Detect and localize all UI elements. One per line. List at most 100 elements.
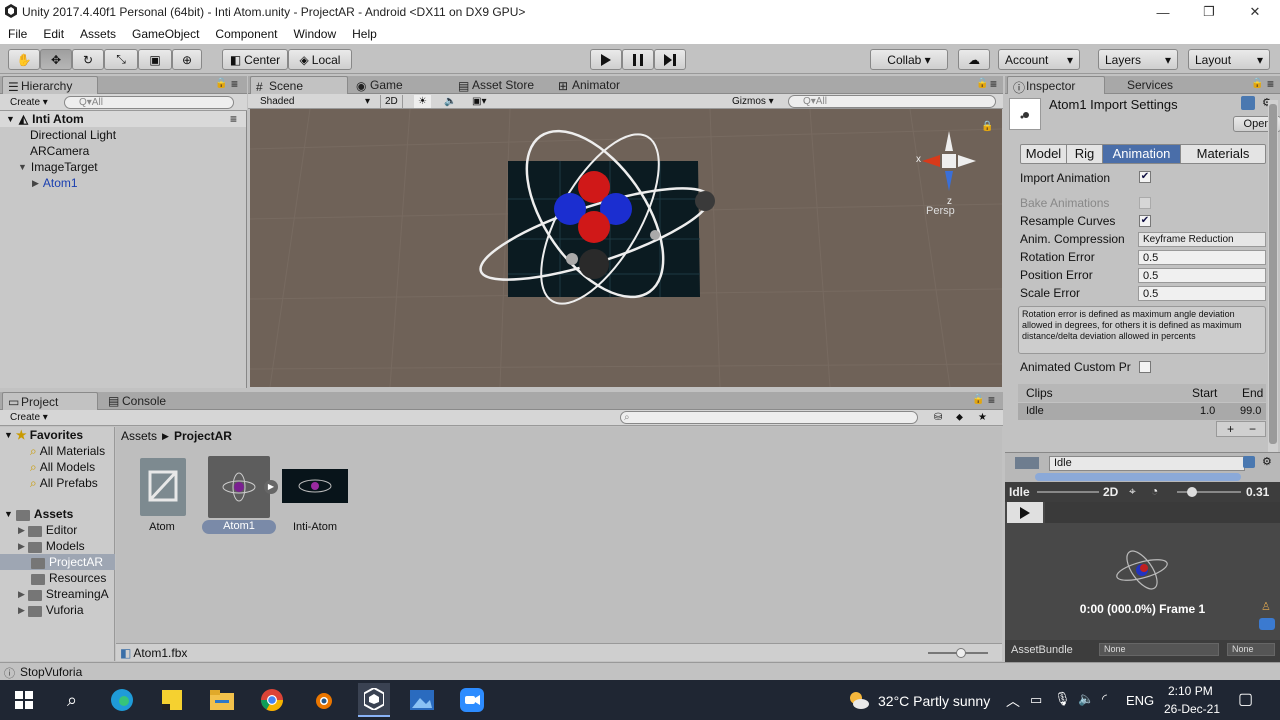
- scene-gizmo[interactable]: [922, 131, 976, 191]
- search-icon[interactable]: ⌕: [58, 686, 86, 714]
- menu-file[interactable]: File: [0, 27, 35, 41]
- pause-button[interactable]: [622, 49, 654, 70]
- audio-icon[interactable]: 🔈: [440, 95, 460, 108]
- help-book-icon[interactable]: [1241, 96, 1255, 110]
- project-create-button[interactable]: Create ▾: [6, 411, 52, 424]
- position-error-field[interactable]: 0.5: [1138, 268, 1266, 283]
- assetbundle-variant-dropdown[interactable]: None: [1227, 643, 1275, 656]
- menu-edit[interactable]: Edit: [35, 27, 72, 41]
- close-button[interactable]: ✕: [1232, 0, 1278, 24]
- menu-component[interactable]: Component: [207, 27, 285, 41]
- preview-blend-slider[interactable]: [1037, 491, 1099, 493]
- scale-tool-icon[interactable]: ⤡: [104, 49, 138, 70]
- menu-window[interactable]: Window: [285, 27, 344, 41]
- scene-search-input[interactable]: Q▾All: [788, 95, 996, 108]
- language-indicator[interactable]: ENG: [1126, 693, 1154, 708]
- gizmos-dropdown[interactable]: Gizmos ▾: [728, 95, 778, 108]
- hierarchy-search-input[interactable]: Q▾All: [64, 96, 234, 109]
- preview-2d-toggle[interactable]: 2D: [1103, 485, 1118, 499]
- menu-icon[interactable]: ≡: [988, 393, 995, 407]
- cloud-icon[interactable]: ☁: [958, 49, 990, 70]
- speed-icon[interactable]: ◔: [1151, 484, 1158, 498]
- add-clip-button[interactable]: +: [1227, 422, 1234, 436]
- import-animation-checkbox[interactable]: ✔: [1139, 171, 1151, 183]
- lock-icon[interactable]: 🔒: [976, 78, 988, 89]
- menu-assets[interactable]: Assets: [72, 27, 124, 41]
- transform-tool-icon[interactable]: ⊕: [172, 49, 202, 70]
- edge-icon[interactable]: [108, 686, 136, 714]
- assets-header[interactable]: ▼ Assets: [0, 506, 73, 522]
- 2d-toggle[interactable]: 2D: [380, 95, 403, 108]
- photos-icon[interactable]: [408, 686, 436, 714]
- tab-inspector[interactable]: ⓘ Inspector: [1007, 76, 1105, 95]
- subtab-animation[interactable]: Animation: [1103, 145, 1181, 163]
- clip-name-field[interactable]: Idle: [1049, 456, 1245, 471]
- battery-icon[interactable]: ▭: [1030, 692, 1042, 708]
- hierarchy-item-imagetarget[interactable]: ▼ ImageTarget: [0, 159, 98, 175]
- favorite-item[interactable]: ⌕ All Prefabs: [0, 475, 98, 491]
- resample-curves-checkbox[interactable]: ✔: [1139, 215, 1151, 227]
- step-button[interactable]: [654, 49, 686, 70]
- chrome-icon[interactable]: [258, 686, 286, 714]
- slider-thumb[interactable]: [956, 648, 966, 658]
- wifi-icon[interactable]: ◜: [1102, 691, 1107, 707]
- rect-tool-icon[interactable]: ▣: [138, 49, 172, 70]
- assetbundle-dropdown[interactable]: None: [1099, 643, 1219, 656]
- collab-button[interactable]: Collab ▾: [870, 49, 948, 70]
- expand-asset-icon[interactable]: ▶: [264, 480, 278, 494]
- file-explorer-icon[interactable]: [208, 686, 236, 714]
- hierarchy-item-directional-light[interactable]: Directional Light: [0, 127, 116, 143]
- folder-item-resources[interactable]: Resources: [0, 570, 106, 586]
- tab-animator[interactable]: ⊞ Animator: [554, 76, 628, 94]
- project-search-input[interactable]: ⌕: [620, 411, 918, 424]
- folder-item-streamingassets[interactable]: ▶ StreamingA: [0, 586, 109, 602]
- tab-console[interactable]: ▤ Console: [104, 392, 174, 410]
- speaker-icon[interactable]: 🔈: [1078, 691, 1094, 707]
- play-button[interactable]: [590, 49, 622, 70]
- avatar-figure-icon[interactable]: ♙: [1261, 600, 1271, 613]
- account-dropdown[interactable]: Account ▾: [998, 49, 1080, 70]
- rotation-error-field[interactable]: 0.5: [1138, 250, 1266, 265]
- pivot-local-button[interactable]: ◈ Local: [288, 49, 352, 70]
- menu-icon[interactable]: ≡: [231, 77, 238, 91]
- lock-icon[interactable]: 🔒: [215, 78, 227, 89]
- folder-item-vuforia[interactable]: ▶ Vuforia: [0, 602, 84, 618]
- lock-icon[interactable]: 🔒: [972, 394, 984, 405]
- filter-label-icon[interactable]: ⬥: [952, 411, 967, 424]
- favorite-star-icon[interactable]: ★: [974, 411, 991, 424]
- anim-compression-dropdown[interactable]: Keyframe Reduction: [1138, 232, 1266, 247]
- breadcrumb-projectar[interactable]: ProjectAR: [174, 429, 232, 443]
- subtab-model[interactable]: Model: [1021, 145, 1067, 163]
- notification-icon[interactable]: ▢: [1238, 689, 1253, 709]
- preview-timeline[interactable]: [1045, 502, 1280, 523]
- tab-asset-store[interactable]: ▤ Asset Store: [454, 76, 542, 94]
- menu-gameobject[interactable]: GameObject: [124, 27, 207, 41]
- thumbnail-size-slider[interactable]: [928, 648, 988, 658]
- hand-tool-icon[interactable]: ✋: [8, 49, 40, 70]
- atom-prefab-thumbnail[interactable]: [140, 458, 186, 516]
- hierarchy-create-button[interactable]: Create ▾: [6, 96, 52, 109]
- scene-root-row[interactable]: ▼ ◭ Inti Atom ≡: [0, 111, 246, 127]
- persp-label[interactable]: Persp: [926, 205, 955, 217]
- sticky-notes-icon[interactable]: [158, 686, 186, 714]
- menu-icon[interactable]: ≡: [1267, 77, 1274, 91]
- folder-item-projectar[interactable]: ProjectAR: [0, 554, 115, 570]
- unity-taskbar-icon[interactable]: [358, 683, 390, 717]
- preview-speed-slider[interactable]: [1177, 487, 1241, 497]
- zoom-icon[interactable]: [458, 686, 486, 714]
- favorite-item[interactable]: ⌕ All Models: [0, 459, 95, 475]
- blender-icon[interactable]: [308, 686, 336, 714]
- menu-help[interactable]: Help: [344, 27, 385, 41]
- breadcrumb-assets[interactable]: Assets: [121, 429, 157, 443]
- scene-menu-icon[interactable]: ≡: [230, 112, 237, 126]
- restore-button[interactable]: ❐: [1186, 0, 1232, 24]
- preview-play-button[interactable]: [1007, 502, 1043, 523]
- folder-item-models[interactable]: ▶ Models: [0, 538, 85, 554]
- menu-icon[interactable]: ≡: [990, 77, 997, 91]
- lighting-icon[interactable]: ☀: [414, 95, 431, 108]
- inspector-scrollbar[interactable]: [1268, 100, 1278, 455]
- remove-clip-button[interactable]: −: [1249, 422, 1256, 436]
- clip-range-bar[interactable]: [1035, 473, 1241, 481]
- settings-gear-icon[interactable]: ⚙: [1262, 455, 1272, 468]
- scale-error-field[interactable]: 0.5: [1138, 286, 1266, 301]
